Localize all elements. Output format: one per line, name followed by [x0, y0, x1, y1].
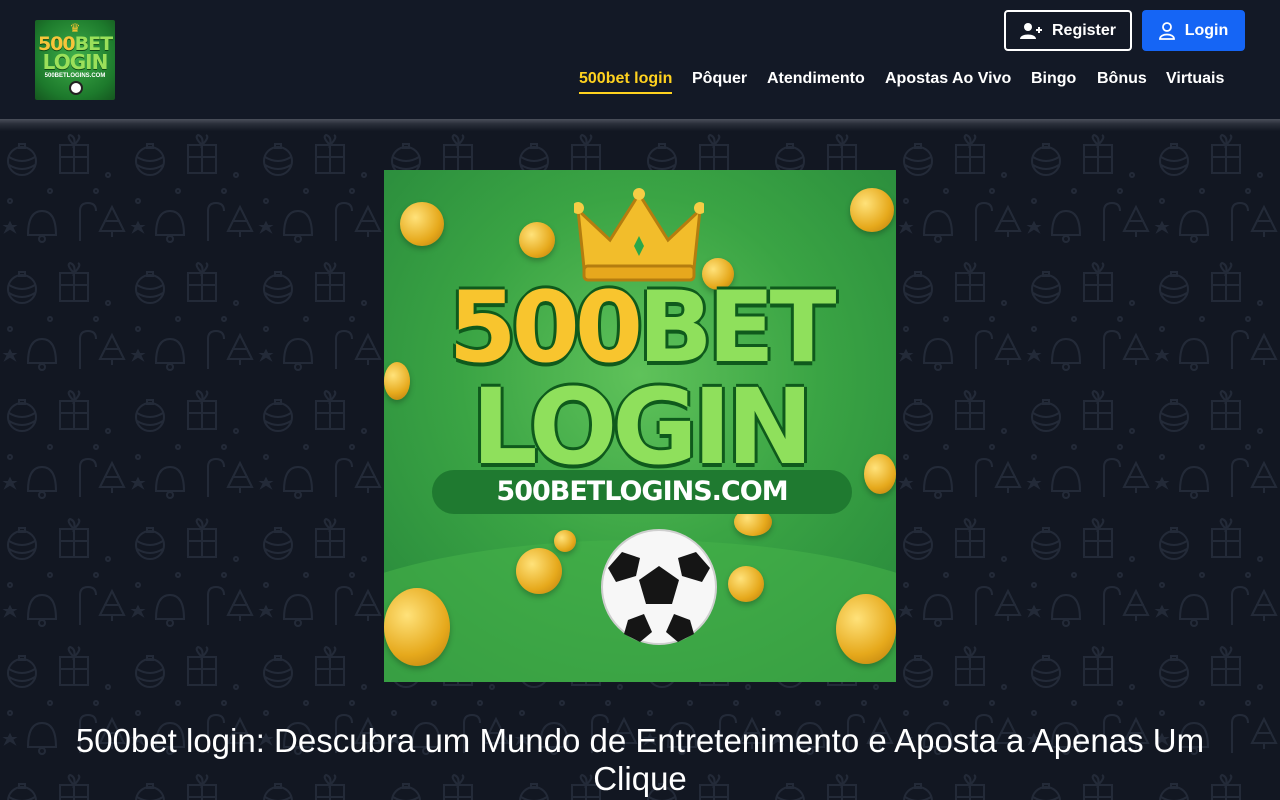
nav-item-virtuais[interactable]: Virtuais [1166, 70, 1224, 94]
soccer-ball-icon [601, 529, 717, 645]
register-button[interactable]: Register [1004, 10, 1132, 51]
nav-item-atendimento[interactable]: Atendimento [767, 70, 865, 94]
coin-icon [519, 222, 555, 258]
nav-item-apostas-ao-vivo[interactable]: Apostas Ao Vivo [885, 70, 1011, 94]
nav-item-500bet-login[interactable]: 500bet login [579, 70, 673, 94]
nav-item-bingo[interactable]: Bingo [1031, 70, 1076, 94]
coin-icon [836, 594, 896, 664]
nav-item-bonus[interactable]: Bônus [1097, 70, 1147, 94]
logo-domain: 500BETLOGINS.COM [44, 73, 106, 79]
header-divider [0, 119, 1280, 131]
hero-domain-label: 500BETLOGINS.COM [432, 470, 852, 514]
hero-title-line-2: LOGIN [471, 366, 813, 488]
soccer-ball-icon [69, 81, 83, 95]
page-title: 500bet login: Descubra um Mundo de Entre… [75, 722, 1205, 797]
coin-icon [728, 566, 764, 602]
coin-icon [850, 188, 894, 232]
login-label: Login [1184, 21, 1229, 39]
nav-item-poquer[interactable]: Pôquer [692, 70, 747, 94]
hero-banner-image: 500BET LOGIN 500BETLOGINS.COM [384, 170, 896, 682]
coin-icon [400, 202, 444, 246]
coin-icon [554, 530, 576, 552]
coin-icon [384, 588, 450, 666]
coin-icon [516, 548, 562, 594]
user-plus-icon [1019, 22, 1042, 39]
register-label: Register [1051, 21, 1117, 39]
login-button[interactable]: Login [1142, 10, 1245, 51]
logo-line-2: LOGIN [42, 50, 109, 74]
site-header: ♛ 500BET LOGIN 500BETLOGINS.COM Register… [0, 0, 1280, 120]
hero-title-line-1: 500BET [448, 271, 836, 385]
user-icon [1158, 21, 1175, 40]
crown-icon [574, 188, 704, 282]
site-logo[interactable]: ♛ 500BET LOGIN 500BETLOGINS.COM [35, 20, 115, 100]
